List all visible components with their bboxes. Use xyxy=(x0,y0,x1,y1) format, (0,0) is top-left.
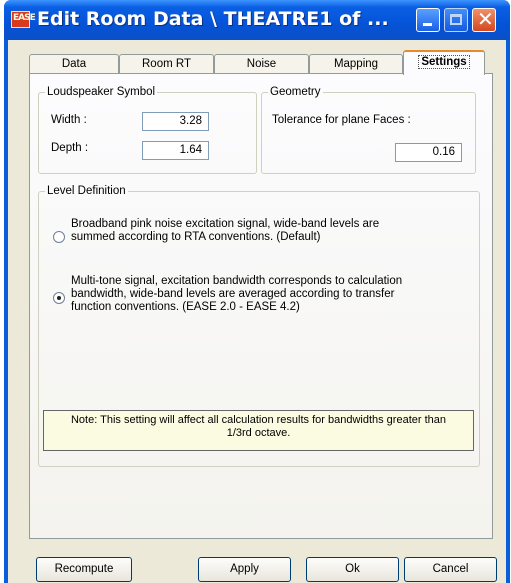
maximize-button[interactable] xyxy=(444,8,468,32)
apply-button[interactable]: Apply xyxy=(198,557,291,582)
note-line2: 1/3rd octave. xyxy=(226,427,291,439)
geometry-group: Geometry Tolerance for plane Faces : 0.1… xyxy=(261,86,476,174)
cancel-button[interactable]: Cancel xyxy=(404,557,497,582)
app-icon-text: EASE xyxy=(13,13,36,23)
settings-panel: Loudspeaker Symbol Width : 3.28 Depth : … xyxy=(29,73,493,539)
tab-data[interactable]: Data xyxy=(29,54,119,74)
geometry-legend: Geometry xyxy=(270,86,321,98)
recompute-button[interactable]: Recompute xyxy=(36,557,132,582)
multi-tone-label[interactable]: Multi-tone signal, excitation bandwidth … xyxy=(71,275,402,314)
level-definition-legend: Level Definition xyxy=(47,185,126,197)
broadband-pink-noise-radio[interactable] xyxy=(53,231,65,243)
depth-input[interactable]: 1.64 xyxy=(142,141,209,160)
close-icon: ✕ xyxy=(477,7,494,31)
title-bar[interactable]: EASE Edit Room Data \ THEATRE1 of ... ✕ xyxy=(4,0,510,40)
tab-settings[interactable]: Settings xyxy=(403,50,485,75)
tab-strip: Data Room RT Noise Mapping Settings xyxy=(29,50,493,75)
width-input[interactable]: 3.28 xyxy=(142,112,209,131)
note-line1: Note: This setting will affect all calcu… xyxy=(70,414,446,426)
loudspeaker-symbol-legend: Loudspeaker Symbol xyxy=(47,86,156,98)
maximize-icon xyxy=(450,14,462,25)
depth-label: Depth : xyxy=(51,142,89,154)
ok-button[interactable]: Ok xyxy=(306,557,399,582)
option2-line1: Multi-tone signal, excitation bandwidth … xyxy=(71,275,403,287)
window-title: Edit Room Data \ THEATRE1 of ... xyxy=(37,8,389,30)
option1-line1: Broadband pink noise excitation signal, … xyxy=(71,218,380,230)
minimize-icon xyxy=(423,23,432,26)
option1-line2: summed according to RTA conventions. (De… xyxy=(71,231,321,243)
broadband-pink-noise-label[interactable]: Broadband pink noise excitation signal, … xyxy=(71,218,379,244)
tab-settings-label: Settings xyxy=(418,55,470,69)
loudspeaker-symbol-group: Loudspeaker Symbol Width : 3.28 Depth : … xyxy=(38,86,257,174)
close-button[interactable]: ✕ xyxy=(472,7,496,32)
tab-room-rt[interactable]: Room RT xyxy=(119,54,214,74)
dialog-body: Data Room RT Noise Mapping Settings Loud… xyxy=(8,40,506,583)
dialog-window: EASE Edit Room Data \ THEATRE1 of ... ✕ … xyxy=(4,0,510,583)
note-box: Note: This setting will affect all calcu… xyxy=(43,410,474,451)
option2-line2: bandwidth, wide-band levels are averaged… xyxy=(71,288,395,300)
multi-tone-radio[interactable] xyxy=(53,292,65,304)
app-icon: EASE xyxy=(11,11,36,28)
option2-line3: function conventions. (EASE 2.0 - EASE 4… xyxy=(71,301,300,313)
width-label: Width : xyxy=(51,114,87,126)
tolerance-input[interactable]: 0.16 xyxy=(395,143,462,162)
tab-mapping[interactable]: Mapping xyxy=(309,54,403,74)
minimize-button[interactable] xyxy=(416,8,440,32)
tolerance-label: Tolerance for plane Faces : xyxy=(272,114,411,126)
tab-noise[interactable]: Noise xyxy=(214,54,309,74)
